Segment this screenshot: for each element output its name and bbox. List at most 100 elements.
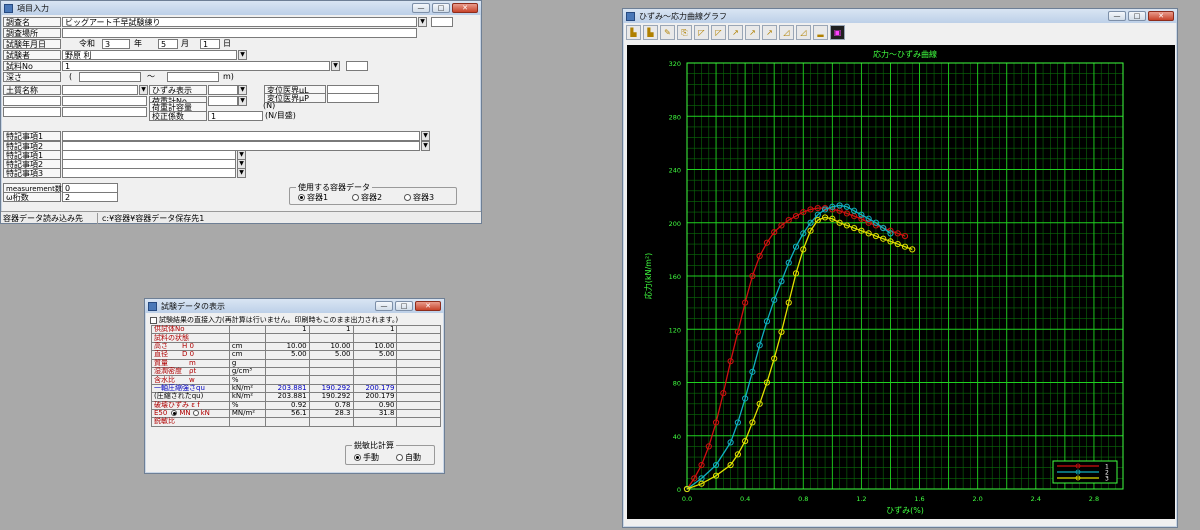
maximize-icon[interactable]: □ xyxy=(1128,11,1146,21)
radio-icon[interactable] xyxy=(404,194,411,201)
strain-gauge-input[interactable] xyxy=(208,85,238,95)
maximize-icon[interactable]: □ xyxy=(395,301,413,311)
strain-gauge-dropdown-icon[interactable]: ▼ xyxy=(238,85,247,95)
value-cell[interactable]: 28.3 xyxy=(308,408,354,419)
radio-icon[interactable] xyxy=(298,194,305,201)
value-cell[interactable]: 31.8 xyxy=(352,408,398,419)
graph8-icon[interactable]: ▂ xyxy=(813,25,828,40)
copy-icon[interactable]: ⎘ xyxy=(677,25,692,40)
load-cell-input[interactable] xyxy=(208,96,238,106)
value-cell[interactable] xyxy=(396,392,441,402)
open-icon[interactable]: ▙ xyxy=(626,25,641,40)
value-cell[interactable] xyxy=(396,324,441,335)
container-option-1[interactable]: 容器1 xyxy=(298,192,328,203)
value-cell[interactable]: 5.00 xyxy=(352,350,398,360)
tester-dropdown-icon[interactable]: ▼ xyxy=(238,50,247,60)
soil-row3-a[interactable] xyxy=(3,107,61,117)
survey-place-input[interactable] xyxy=(62,28,417,38)
max-load-input[interactable] xyxy=(327,93,379,103)
item-input-titlebar[interactable]: 項目入力 — □ ✕ xyxy=(1,1,481,15)
value-cell[interactable] xyxy=(396,408,441,419)
value-cell[interactable]: 1 xyxy=(352,324,398,335)
omega-count-input[interactable]: 2 xyxy=(62,192,118,202)
graph4-icon[interactable]: ↗ xyxy=(745,25,760,40)
survey-extra-field[interactable] xyxy=(431,17,453,27)
soil-row2-b[interactable] xyxy=(62,96,147,106)
value-cell[interactable]: 200.179 xyxy=(352,392,398,402)
close-icon[interactable]: ✕ xyxy=(1148,11,1174,21)
value-cell[interactable] xyxy=(352,358,398,368)
remark3-input[interactable] xyxy=(62,168,236,178)
minimize-icon[interactable]: — xyxy=(1108,11,1126,21)
value-cell[interactable] xyxy=(352,366,398,377)
radio-icon[interactable] xyxy=(171,410,178,417)
value-cell[interactable] xyxy=(396,383,441,394)
value-cell[interactable]: 1 xyxy=(264,324,310,335)
radio-icon[interactable] xyxy=(192,410,199,417)
print-icon[interactable]: ✎ xyxy=(660,25,675,40)
value-cell[interactable] xyxy=(264,358,310,368)
color-icon[interactable]: ▣ xyxy=(830,25,845,40)
value-cell[interactable] xyxy=(396,400,441,410)
value-cell[interactable]: 56.1 xyxy=(264,408,310,419)
value-cell[interactable] xyxy=(308,366,354,377)
minimize-icon[interactable]: — xyxy=(412,3,430,13)
graph5-icon[interactable]: ↗ xyxy=(762,25,777,40)
value-cell[interactable] xyxy=(352,417,398,427)
soil-row3-b[interactable] xyxy=(62,107,147,117)
direct-input-checkbox[interactable]: 試験結果の直接入力(再計算は行いません。印刷時もこのまま出力されます。) xyxy=(150,315,398,325)
value-cell[interactable] xyxy=(396,333,441,343)
note1-dropdown-icon[interactable]: ▼ xyxy=(421,131,430,141)
graph6-icon[interactable]: ◿ xyxy=(779,25,794,40)
close-icon[interactable]: ✕ xyxy=(415,301,441,311)
maximize-icon[interactable]: □ xyxy=(432,3,450,13)
sample-extra-field[interactable] xyxy=(346,61,368,71)
month-input[interactable]: 5 xyxy=(158,39,178,49)
test-data-titlebar[interactable]: 試験データの表示 — □ ✕ xyxy=(145,299,444,313)
sensitivity-auto-option[interactable]: 自動 xyxy=(396,452,421,463)
save-icon[interactable]: ▙ xyxy=(643,25,658,40)
value-cell[interactable] xyxy=(308,375,354,385)
value-cell[interactable] xyxy=(396,341,441,352)
survey-name-dropdown-icon[interactable]: ▼ xyxy=(418,17,427,27)
value-cell[interactable] xyxy=(396,417,441,427)
sample-no-dropdown-icon[interactable]: ▼ xyxy=(331,61,340,71)
graph2-icon[interactable]: ◸ xyxy=(711,25,726,40)
minimize-icon[interactable]: — xyxy=(375,301,393,311)
value-cell[interactable] xyxy=(352,375,398,385)
checkbox-icon[interactable] xyxy=(150,316,157,324)
radio-icon[interactable] xyxy=(396,454,403,461)
remark3-dropdown-icon[interactable]: ▼ xyxy=(237,168,246,178)
sample-no-input[interactable]: 1 xyxy=(62,61,330,71)
survey-name-input[interactable]: ビッグアート千早試験練り xyxy=(62,17,417,27)
load-cell-dropdown-icon[interactable]: ▼ xyxy=(238,96,247,106)
soil-name-dropdown-icon[interactable]: ▼ xyxy=(139,85,148,95)
radio-icon[interactable] xyxy=(352,194,359,201)
value-cell[interactable] xyxy=(308,358,354,368)
sensitivity-manual-option[interactable]: 手動 xyxy=(354,452,379,463)
container-option-3[interactable]: 容器3 xyxy=(404,192,434,203)
close-icon[interactable]: ✕ xyxy=(452,3,478,13)
correction-input[interactable]: 1 xyxy=(208,111,263,121)
note2-dropdown-icon[interactable]: ▼ xyxy=(421,141,430,151)
value-cell[interactable] xyxy=(396,375,441,385)
value-cell[interactable] xyxy=(264,375,310,385)
value-cell[interactable]: 1 xyxy=(308,324,354,335)
graph7-icon[interactable]: ◿ xyxy=(796,25,811,40)
value-cell[interactable] xyxy=(264,366,310,377)
radio-icon[interactable] xyxy=(354,454,361,461)
year-input[interactable]: 3 xyxy=(102,39,130,49)
value-cell[interactable] xyxy=(396,358,441,368)
soil-row2-a[interactable] xyxy=(3,96,61,106)
graph-titlebar[interactable]: ひずみ〜応力曲線グラフ — □ ✕ xyxy=(623,9,1177,23)
value-cell[interactable]: 5.00 xyxy=(264,350,310,360)
value-cell[interactable]: 5.00 xyxy=(308,350,354,360)
note1-input[interactable] xyxy=(62,131,420,141)
e50-unit-options[interactable]: MN kN xyxy=(171,409,212,417)
graph1-icon[interactable]: ◸ xyxy=(694,25,709,40)
tester-input[interactable]: 野原 利 xyxy=(62,50,237,60)
value-cell[interactable] xyxy=(308,417,354,427)
graph3-icon[interactable]: ↗ xyxy=(728,25,743,40)
value-cell[interactable] xyxy=(396,366,441,377)
value-cell[interactable] xyxy=(264,417,310,427)
